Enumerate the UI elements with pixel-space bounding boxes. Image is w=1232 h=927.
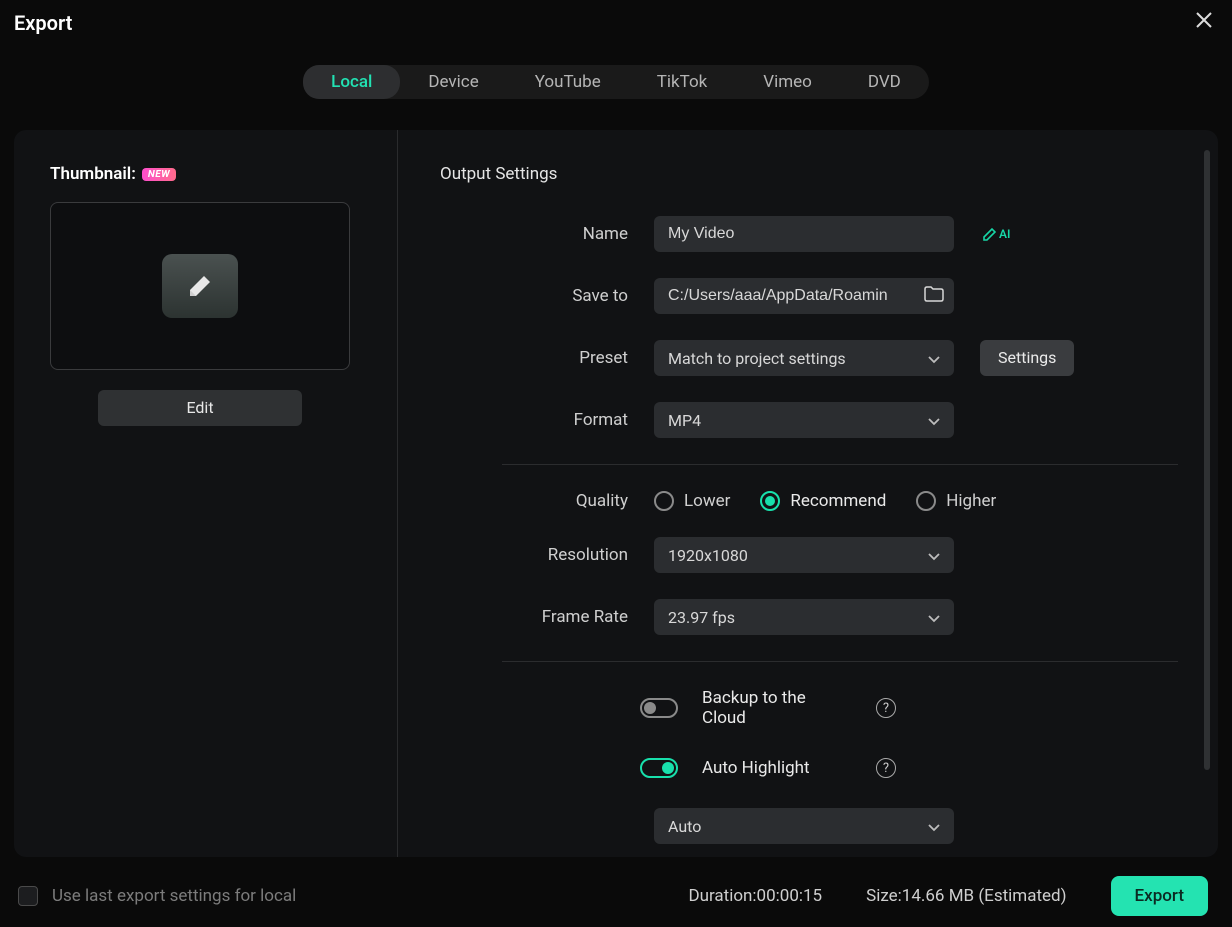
framerate-label: Frame Rate [440, 607, 654, 627]
auto-highlight-toggle[interactable] [640, 758, 678, 778]
duration-info: Duration:00:00:15 [688, 886, 822, 906]
framerate-select[interactable]: 23.97 fps [654, 599, 954, 635]
preset-label: Preset [440, 348, 654, 368]
chevron-down-icon [928, 349, 940, 368]
ai-name-button[interactable]: AI [982, 226, 1010, 242]
resolution-label: Resolution [440, 545, 654, 565]
tab-tiktok[interactable]: TikTok [629, 65, 736, 99]
saveto-input[interactable] [654, 278, 954, 314]
preset-value: Match to project settings [668, 349, 846, 368]
export-tabs: Local Device YouTube TikTok Vimeo DVD [303, 65, 929, 99]
tab-youtube[interactable]: YouTube [507, 65, 629, 99]
use-last-settings-label: Use last export settings for local [52, 886, 296, 906]
saveto-label: Save to [440, 286, 654, 306]
divider [502, 464, 1178, 465]
preset-settings-button[interactable]: Settings [980, 340, 1074, 376]
quality-label: Quality [440, 491, 654, 511]
format-label: Format [440, 410, 654, 430]
format-select[interactable]: MP4 [654, 402, 954, 438]
edit-thumbnail-button[interactable]: Edit [98, 390, 302, 426]
pencil-icon [162, 254, 238, 318]
thumbnail-preview[interactable] [50, 202, 350, 370]
backup-cloud-label: Backup to the Cloud [702, 688, 852, 728]
use-last-settings-checkbox[interactable] [18, 886, 38, 906]
name-input[interactable] [654, 216, 954, 252]
dialog-title: Export [14, 11, 72, 35]
backup-cloud-toggle[interactable] [640, 698, 678, 718]
auto-highlight-mode-select[interactable]: Auto [654, 808, 954, 844]
thumbnail-label: Thumbnail: [50, 164, 136, 184]
quality-recommend-radio[interactable]: Recommend [760, 491, 886, 511]
new-badge: NEW [142, 168, 176, 181]
close-icon[interactable] [1192, 10, 1216, 35]
preset-select[interactable]: Match to project settings [654, 340, 954, 376]
chevron-down-icon [928, 817, 940, 836]
quality-higher-radio[interactable]: Higher [916, 491, 996, 511]
auto-highlight-mode-value: Auto [668, 817, 701, 836]
scrollbar[interactable] [1204, 150, 1210, 770]
chevron-down-icon [928, 608, 940, 627]
name-label: Name [440, 224, 654, 244]
tab-dvd[interactable]: DVD [840, 65, 929, 99]
tab-vimeo[interactable]: Vimeo [735, 65, 840, 99]
size-info: Size:14.66 MB (Estimated) [866, 886, 1066, 906]
auto-highlight-label: Auto Highlight [702, 758, 852, 778]
chevron-down-icon [928, 546, 940, 565]
format-value: MP4 [668, 411, 701, 430]
output-settings-title: Output Settings [440, 164, 1178, 184]
chevron-down-icon [928, 411, 940, 430]
divider [502, 661, 1178, 662]
quality-higher-label: Higher [946, 491, 996, 511]
tab-local[interactable]: Local [303, 65, 400, 99]
export-button[interactable]: Export [1111, 876, 1208, 916]
tab-device[interactable]: Device [400, 65, 506, 99]
help-icon[interactable]: ? [876, 758, 896, 778]
help-icon[interactable]: ? [876, 698, 896, 718]
folder-icon[interactable] [924, 286, 944, 306]
quality-recommend-label: Recommend [790, 491, 886, 511]
ai-label: AI [999, 227, 1010, 241]
quality-lower-label: Lower [684, 491, 730, 511]
quality-lower-radio[interactable]: Lower [654, 491, 730, 511]
resolution-value: 1920x1080 [668, 546, 748, 565]
framerate-value: 23.97 fps [668, 608, 735, 627]
resolution-select[interactable]: 1920x1080 [654, 537, 954, 573]
